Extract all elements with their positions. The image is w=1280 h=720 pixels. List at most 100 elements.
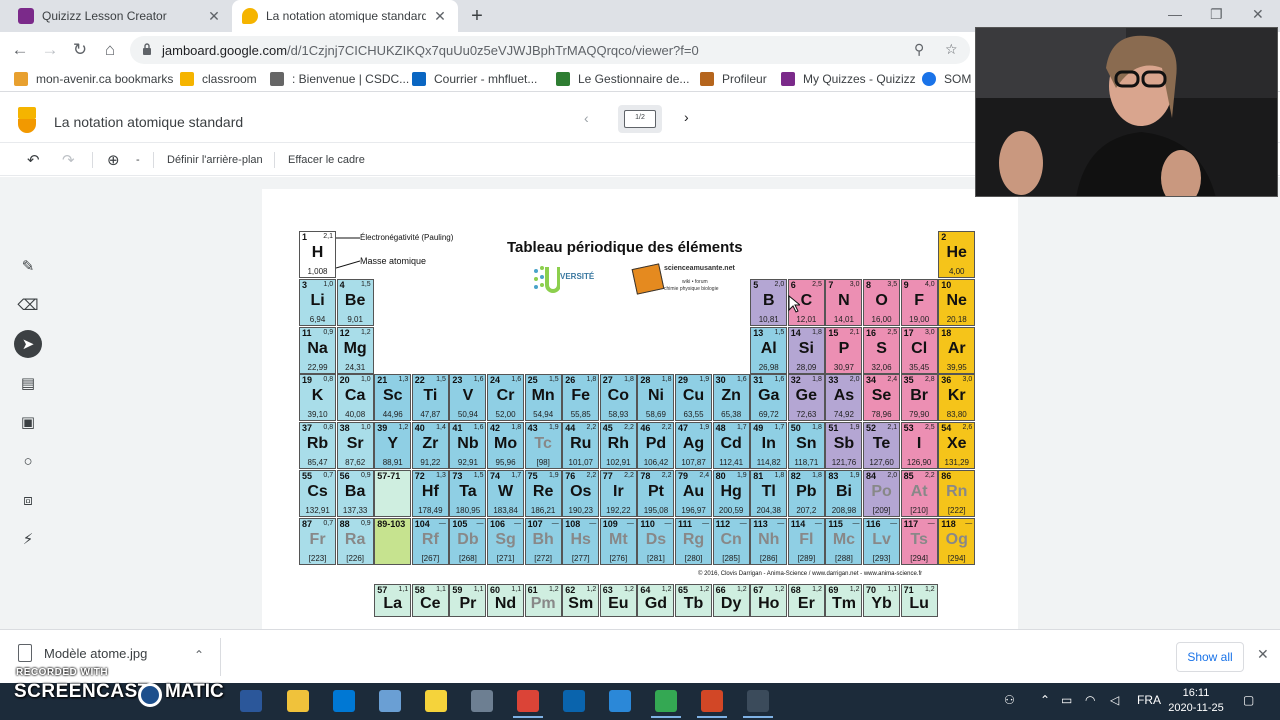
battery-icon[interactable]: ▭	[1061, 693, 1072, 707]
element-symbol: Li	[310, 291, 325, 309]
electronegativity: —	[965, 519, 973, 527]
electronegativity: —	[852, 519, 860, 527]
bookmark-item[interactable]: My Quizzes - Quizizz	[781, 70, 916, 88]
close-icon[interactable]: ✕	[432, 8, 448, 24]
electronegativity: 1,2	[661, 586, 672, 593]
chrome-app-icon[interactable]	[513, 690, 543, 718]
reload-icon[interactable]: ↻	[69, 39, 91, 61]
download-item[interactable]: Modèle atome.jpg	[18, 644, 147, 662]
chrome-profile-app-icon[interactable]	[651, 690, 681, 718]
sticky-notes-app-icon[interactable]	[425, 690, 447, 712]
window-close-icon[interactable]: ✕	[1252, 6, 1264, 23]
atomic-mass: 74,92	[833, 410, 854, 420]
volume-icon[interactable]: ◁	[1110, 693, 1119, 707]
element-cell-ra: 88 0,9 Ra [226]	[336, 517, 374, 565]
element-cell-sb: 51 1,9 Sb 121,76	[825, 422, 863, 470]
people-icon[interactable]: ⚇	[1004, 693, 1015, 707]
bookmark-item[interactable]: SOM	[922, 70, 971, 88]
snipping-app-icon[interactable]	[743, 690, 773, 718]
chevron-up-icon[interactable]: ⌃	[194, 648, 204, 662]
home-icon[interactable]: ⌂	[99, 39, 121, 61]
image-tool-button[interactable]: ▣	[14, 408, 42, 436]
mail-app-icon[interactable]	[333, 690, 355, 712]
toolbar-divider	[92, 152, 93, 168]
select-tool-button[interactable]: ➤	[14, 330, 42, 358]
outlook-app-icon[interactable]	[563, 690, 585, 712]
bookmark-item[interactable]: Courrier - mhfluet...	[412, 70, 537, 88]
pen-tool-button[interactable]: ✎	[14, 252, 42, 280]
camera-app-icon[interactable]	[471, 690, 493, 712]
element-cell-fr: 87 0,7 Fr [223]	[299, 517, 337, 565]
paint-app-icon[interactable]	[379, 690, 401, 712]
chevron-up-icon[interactable]: ⌃	[1040, 693, 1050, 707]
tab-jamboard[interactable]: La notation atomique standard - ✕	[232, 0, 458, 32]
undo-icon[interactable]: ↶	[27, 151, 40, 169]
atomic-mass: 204,38	[756, 506, 781, 515]
element-symbol: Xe	[946, 435, 967, 453]
powerpoint-app-icon[interactable]	[697, 690, 727, 718]
bookmark-item[interactable]: Profileur	[700, 70, 767, 88]
notepad-app-icon[interactable]	[609, 690, 631, 712]
file-explorer-icon[interactable]	[287, 690, 309, 712]
tab-quizizz[interactable]: Quizizz Lesson Creator ✕	[8, 0, 232, 32]
element-symbol: Cd	[720, 435, 742, 453]
set-background-button[interactable]: Définir l'arrière-plan	[167, 154, 263, 166]
zoom-icon[interactable]: ⊕	[107, 151, 120, 169]
bookmark-item[interactable]: classroom	[180, 70, 257, 88]
jam-frame[interactable]: 1 2,1 H 1,008 Électronégativité (Pauling…	[262, 189, 1018, 629]
electronegativity: 2,5	[812, 280, 822, 288]
atomic-number: 111	[678, 518, 693, 529]
zoom-out-button[interactable]: -	[136, 154, 140, 166]
element-cell-be: 4 1,5 Be 9,01	[336, 278, 374, 326]
forward-icon[interactable]: →	[39, 39, 61, 61]
electronegativity: 1,5	[774, 328, 785, 336]
element-symbol: P	[838, 339, 850, 357]
electronegativity: —	[777, 519, 785, 527]
eraser-tool-button[interactable]: ⌫	[14, 291, 42, 319]
sticky-note-tool-button[interactable]: ▤	[14, 369, 42, 397]
electronegativity: 0,7	[323, 519, 334, 527]
atomic-number: 4	[339, 279, 345, 290]
restore-icon[interactable]: ❐	[1210, 6, 1223, 23]
close-icon[interactable]: ✕	[1257, 646, 1269, 663]
board-title[interactable]: La notation atomique standard	[54, 114, 243, 130]
star-bookmark-icon[interactable]: ☆	[945, 41, 958, 58]
close-icon[interactable]: ✕	[206, 8, 222, 24]
input-language[interactable]: FRA	[1137, 693, 1161, 707]
element-symbol: Mt	[609, 530, 628, 548]
atomic-number: 22	[414, 375, 425, 386]
element-symbol: Fl	[799, 530, 814, 548]
element-symbol: Bh	[532, 530, 554, 548]
laser-tool-button[interactable]: ⚡	[14, 525, 42, 553]
quizizz-icon	[781, 72, 795, 86]
word-app-icon[interactable]	[240, 690, 262, 712]
new-tab-button[interactable]: +	[467, 6, 487, 26]
notification-icon[interactable]: ▢	[1243, 693, 1254, 707]
wifi-icon[interactable]: ◠	[1085, 693, 1095, 707]
text-box-tool-button[interactable]: ⧈	[14, 486, 42, 514]
bookmark-item[interactable]: mon-avenir.ca bookmarks	[14, 70, 173, 88]
electronegativity: 3,5	[887, 280, 898, 288]
back-icon[interactable]: ←	[9, 39, 31, 61]
previous-frame-icon[interactable]: ‹	[584, 110, 589, 126]
address-bar[interactable]: jamboard.google.com/d/1Czjnj7CICHUKZIKQx…	[130, 36, 970, 64]
element-cell-s: 16 2,5 S 32,06	[863, 326, 901, 374]
redo-icon[interactable]: ↷	[62, 151, 75, 169]
atomic-number: 51	[828, 423, 839, 434]
minimize-icon[interactable]: —	[1168, 6, 1182, 22]
frame-bar-button[interactable]: 1/2	[618, 105, 662, 133]
circle-tool-button[interactable]: ○	[14, 447, 42, 475]
next-frame-icon[interactable]: ›	[684, 109, 689, 125]
show-all-button[interactable]: Show all	[1176, 642, 1244, 672]
bookmark-item[interactable]: : Bienvenue | CSDC...	[270, 70, 409, 88]
taskbar-clock[interactable]: 16:11 2020-11-25	[1166, 686, 1226, 716]
atomic-number: 104	[414, 518, 430, 529]
electronegativity: 2,0	[849, 376, 860, 384]
clear-frame-button[interactable]: Effacer le cadre	[288, 154, 365, 166]
atomic-mass: 87,62	[345, 458, 366, 468]
zoom-search-icon[interactable]: ⚲	[914, 41, 924, 58]
atomic-number: 33	[828, 375, 839, 386]
bookmark-item[interactable]: Le Gestionnaire de...	[556, 70, 689, 88]
atomic-number: 71	[903, 585, 914, 595]
element-cell-tm: 69 1,2 Tm	[825, 584, 863, 617]
